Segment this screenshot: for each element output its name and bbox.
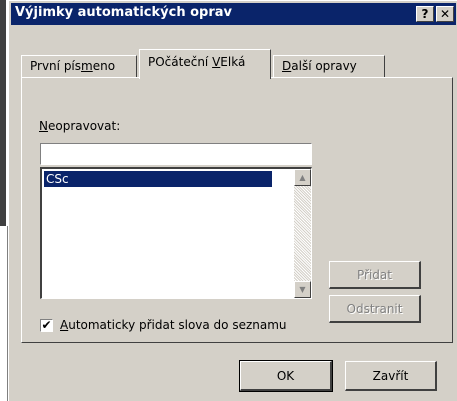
scroll-down-icon[interactable]: ▼ <box>294 281 311 298</box>
background-window-edge <box>0 0 6 226</box>
tab-label: eno <box>92 59 116 73</box>
tab-label: alší opravy <box>291 59 357 73</box>
title-bar: Výjimky automatických oprav ? ✕ <box>11 3 456 25</box>
auto-add-checkbox-label[interactable]: Automaticky přidat slova do seznamu <box>60 318 287 332</box>
help-button[interactable]: ? <box>416 6 434 22</box>
exceptions-list[interactable]: CSc ▲ ▼ <box>40 167 312 299</box>
tab-other-corrections[interactable]: Další opravy <box>273 55 385 77</box>
checkbox-label-text: utomaticky přidat slova do seznamu <box>68 318 287 332</box>
ok-button[interactable]: OK <box>239 360 333 392</box>
add-button[interactable]: Přidat <box>329 261 421 289</box>
checkbox-label-accel: A <box>60 318 69 332</box>
close-icon[interactable]: ✕ <box>436 6 454 22</box>
tab-label: POčáteční <box>148 55 213 69</box>
dialog-title: Výjimky automatických oprav <box>15 5 233 20</box>
scroll-up-icon[interactable]: ▲ <box>294 169 311 186</box>
auto-add-checkbox[interactable]: ✔ <box>40 319 53 332</box>
tab-label-accel: m <box>81 59 93 73</box>
tab-first-letter[interactable]: První písmeno <box>21 55 137 77</box>
tab-label: První pís <box>30 59 82 73</box>
list-item[interactable]: CSc <box>44 171 272 187</box>
tab-label-accel: D <box>282 59 292 73</box>
exception-input[interactable] <box>40 143 312 165</box>
tab-label: Elká <box>220 55 246 69</box>
tab-initial-caps[interactable]: POčáteční VElká <box>139 49 271 79</box>
exceptions-field-label: Neopravovat: <box>39 119 120 133</box>
background-window-edge-lower <box>0 226 8 401</box>
field-label-text: eopravovat: <box>47 119 121 133</box>
remove-button[interactable]: Odstranit <box>329 295 421 323</box>
close-button[interactable]: Zavřít <box>345 361 437 391</box>
autocorrect-exceptions-dialog: Výjimky automatických oprav ? ✕ První pí… <box>8 0 457 401</box>
field-label-accel: N <box>39 119 48 133</box>
list-scrollbar[interactable]: ▲ ▼ <box>294 169 311 298</box>
